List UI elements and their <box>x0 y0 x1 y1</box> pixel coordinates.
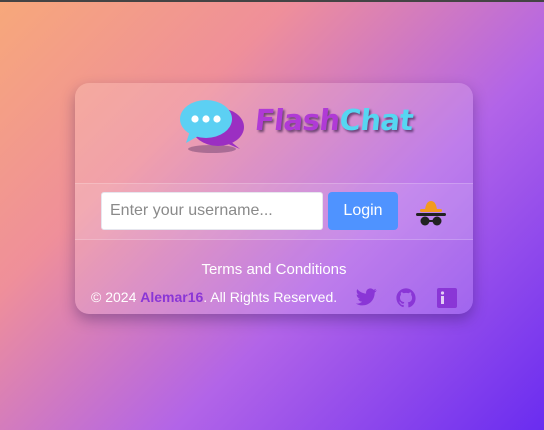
copyright-suffix: . All Rights Reserved. <box>203 289 338 305</box>
app-header: FlashChat <box>75 83 473 183</box>
linkedin-icon[interactable] <box>437 288 457 308</box>
window-top-bar <box>0 0 544 2</box>
owner-link[interactable]: Alemar16 <box>140 289 203 305</box>
terms-link[interactable]: Terms and Conditions <box>75 261 473 278</box>
login-button[interactable]: Login <box>328 192 398 230</box>
app-logo-text: FlashChat <box>253 103 415 137</box>
logo-text-flash: Flash <box>253 103 342 137</box>
login-card: FlashChat Login Terms and Conditions © 2… <box>75 83 473 314</box>
logo-text-chat: Chat <box>337 103 415 137</box>
copyright-prefix: © 2024 <box>91 289 141 305</box>
incognito-icon[interactable] <box>415 198 447 228</box>
github-icon[interactable] <box>396 288 416 308</box>
twitter-icon[interactable] <box>356 288 377 306</box>
login-row: Login <box>75 184 473 239</box>
username-input[interactable] <box>101 192 323 230</box>
copyright-text: © 2024 Alemar16. All Rights Reserved. <box>91 289 337 305</box>
login-divider <box>75 239 473 240</box>
chat-bubbles-icon <box>180 100 244 153</box>
